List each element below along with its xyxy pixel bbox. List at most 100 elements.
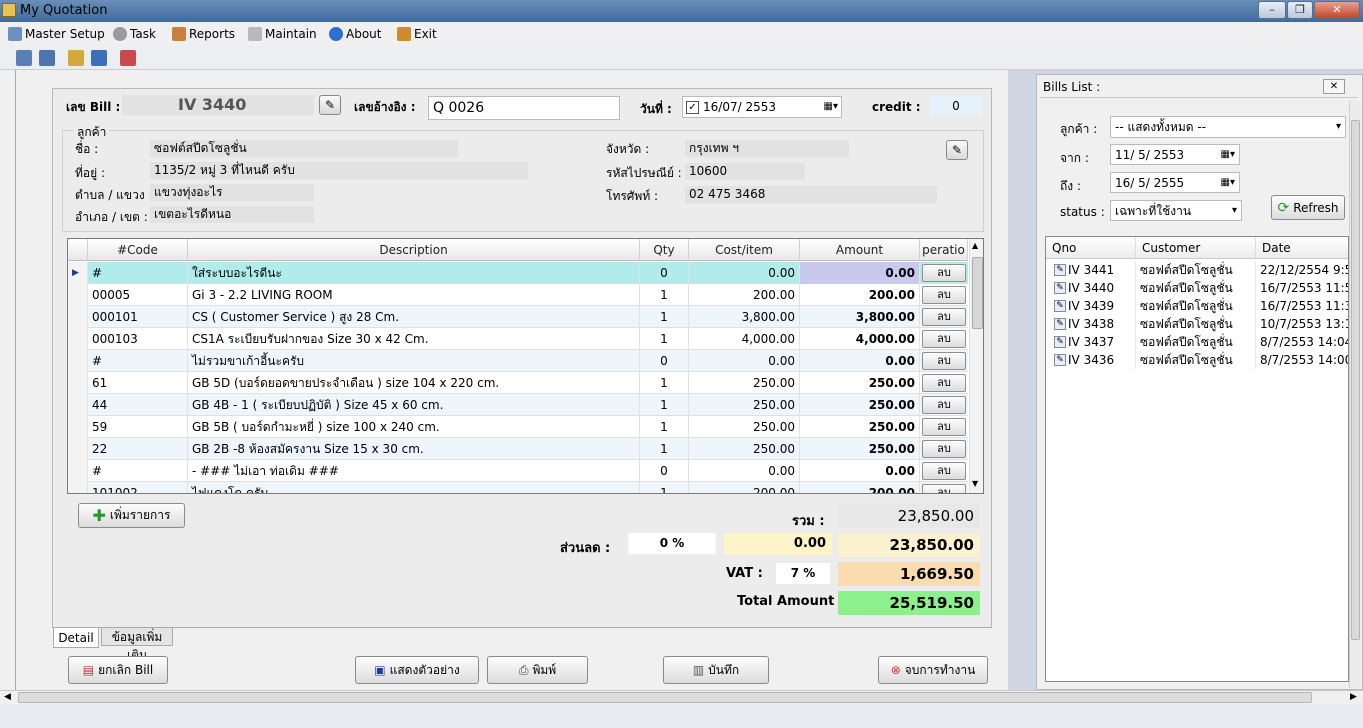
bills-from-date[interactable]: 11/ 5/ 2553 ▦▾ bbox=[1110, 144, 1240, 165]
cell-cost[interactable]: 200.00 bbox=[689, 284, 800, 306]
list-item[interactable]: ✎ IV 3440 ซอฟต์สปีดโซลูชั่น 16/7/2553 11:5 bbox=[1046, 279, 1348, 297]
cell-amount[interactable]: 250.00 bbox=[800, 438, 920, 460]
bills-status-select[interactable]: เฉพาะที่ใช้งาน ▾ bbox=[1110, 200, 1242, 221]
table-row[interactable]: ▶ # ใส่ระบบอะไรดีนะ 0 0.00 0.00 ลบ bbox=[68, 262, 968, 284]
cell-desc[interactable]: ไม่รวมขาเก้าอี้นะครับ bbox=[188, 350, 640, 372]
list-item[interactable]: ✎ IV 3436 ซอฟต์สปีดโซลูชั่น 8/7/2553 14:00 bbox=[1046, 351, 1348, 369]
row-selector[interactable] bbox=[68, 482, 88, 493]
row-selector[interactable] bbox=[68, 306, 88, 328]
vat-percent-input[interactable]: 7 % bbox=[776, 563, 830, 584]
main-horizontal-scrollbar[interactable]: ◀ ▶ bbox=[0, 690, 1363, 704]
cell-cost[interactable]: 3,800.00 bbox=[689, 306, 800, 328]
row-selector[interactable] bbox=[68, 284, 88, 306]
cell-amount[interactable]: 4,000.00 bbox=[800, 328, 920, 350]
cell-qty[interactable]: 1 bbox=[640, 394, 689, 416]
delete-row-button[interactable]: ลบ bbox=[922, 286, 966, 304]
cell-cost[interactable]: 0.00 bbox=[689, 262, 800, 284]
col-code[interactable]: #Code bbox=[88, 239, 188, 261]
col-date[interactable]: Date bbox=[1256, 237, 1348, 259]
col-description[interactable]: Description bbox=[188, 239, 640, 261]
table-row[interactable]: # ไม่รวมขาเก้าอี้นะครับ 0 0.00 0.00 ลบ bbox=[68, 350, 968, 372]
menu-about[interactable]: About bbox=[329, 25, 381, 43]
cell-code[interactable]: 22 bbox=[88, 438, 188, 460]
cell-amount[interactable]: 3,800.00 bbox=[800, 306, 920, 328]
edit-customer-icon[interactable]: ✎ bbox=[946, 140, 968, 160]
calendar-icon[interactable]: ▦▾ bbox=[1221, 174, 1235, 192]
horizontal-scroll-thumb[interactable] bbox=[18, 692, 1312, 703]
delete-row-button[interactable]: ลบ bbox=[922, 462, 966, 480]
cell-desc[interactable]: CS1A ระเบียบรับฝากของ Size 30 x 42 Cm. bbox=[188, 328, 640, 350]
scroll-up-icon[interactable]: ▲ bbox=[972, 241, 978, 250]
bills-customer-select[interactable]: -- แสดงทั้งหมด -- ▾ bbox=[1110, 116, 1346, 138]
cell-desc[interactable]: Gi 3 - 2.2 LIVING ROOM bbox=[188, 284, 640, 306]
cell-qty[interactable]: 1 bbox=[640, 328, 689, 350]
calendar-dropdown-icon[interactable]: ▦▾ bbox=[824, 98, 838, 116]
menu-master-setup[interactable]: Master Setup bbox=[8, 25, 105, 43]
cell-cost[interactable]: 0.00 bbox=[689, 460, 800, 482]
cell-code[interactable]: 61 bbox=[88, 372, 188, 394]
list-item[interactable]: ✎ IV 3441 ซอฟต์สปีดโซลูชั่น 22/12/2554 9:5 bbox=[1046, 261, 1348, 279]
table-row[interactable]: 44 GB 4B - 1 ( ระเบียบปฏิบัติ ) Size 45 x… bbox=[68, 394, 968, 416]
table-row[interactable]: # - ### ไม่เอา ท่อเดิม ### 0 0.00 0.00 ลบ bbox=[68, 460, 968, 482]
cell-cost[interactable]: 250.00 bbox=[689, 416, 800, 438]
cell-amount[interactable]: 250.00 bbox=[800, 394, 920, 416]
col-qno[interactable]: Qno bbox=[1046, 237, 1136, 259]
add-item-button[interactable]: ✚ เพิ่มรายการ bbox=[78, 503, 185, 528]
row-selector[interactable] bbox=[68, 416, 88, 438]
cell-amount[interactable]: 0.00 bbox=[800, 460, 920, 482]
cell-code[interactable]: 00005 bbox=[88, 284, 188, 306]
row-selector[interactable] bbox=[68, 394, 88, 416]
cell-amount[interactable]: 200.00 bbox=[800, 482, 920, 493]
cell-desc[interactable]: GB 5B ( บอร์ดกำมะหยี่ ) size 100 x 240 c… bbox=[188, 416, 640, 438]
table-row[interactable]: 000101 CS ( Customer Service ) สูง 28 Cm.… bbox=[68, 306, 968, 328]
col-customer[interactable]: Customer bbox=[1136, 237, 1256, 259]
save-button[interactable]: ▥ บันทึก bbox=[663, 656, 769, 684]
calendar-icon[interactable]: ▦▾ bbox=[1221, 146, 1235, 164]
cell-desc[interactable]: ใส่ระบบอะไรดีนะ bbox=[188, 262, 640, 284]
form-view-icon[interactable] bbox=[39, 50, 55, 66]
cell-desc[interactable]: GB 2B -8 ห้องสมัครงาน Size 15 x 30 cm. bbox=[188, 438, 640, 460]
tab-additional-info[interactable]: ข้อมูลเพิ่มเติม bbox=[101, 628, 173, 662]
date-checkbox[interactable]: ✓ bbox=[686, 100, 699, 114]
scroll-left-icon[interactable]: ◀ bbox=[4, 692, 11, 702]
cell-qty[interactable]: 1 bbox=[640, 372, 689, 394]
cell-cost[interactable]: 0.00 bbox=[689, 350, 800, 372]
delete-row-button[interactable]: ลบ bbox=[922, 396, 966, 414]
cell-qty[interactable]: 1 bbox=[640, 416, 689, 438]
discount-amount-input[interactable]: 0.00 bbox=[724, 533, 832, 555]
close-button[interactable]: ✕ bbox=[1314, 1, 1360, 19]
preview-button[interactable]: ▣ แสดงตัวอย่าง bbox=[355, 656, 479, 684]
cell-code[interactable]: 44 bbox=[88, 394, 188, 416]
col-amount[interactable]: Amount bbox=[800, 239, 920, 261]
menu-reports[interactable]: Reports bbox=[172, 25, 235, 43]
cell-code[interactable]: # bbox=[88, 460, 188, 482]
maximize-button[interactable]: ❐ bbox=[1287, 1, 1313, 19]
row-selector[interactable] bbox=[68, 438, 88, 460]
cell-qty[interactable]: 0 bbox=[640, 262, 689, 284]
tab-detail[interactable]: Detail bbox=[53, 628, 99, 648]
cell-code[interactable]: # bbox=[88, 262, 188, 284]
open-document-icon[interactable] bbox=[91, 50, 107, 66]
cell-cost[interactable]: 200.00 bbox=[689, 482, 800, 493]
refresh-button[interactable]: ⟳ Refresh bbox=[1271, 195, 1345, 220]
row-selector[interactable]: ▶ bbox=[68, 262, 88, 284]
table-row[interactable]: 61 GB 5D (บอร์ดยอดขายประจำเดือน ) size 10… bbox=[68, 372, 968, 394]
cell-qty[interactable]: 0 bbox=[640, 350, 689, 372]
delete-row-button[interactable]: ลบ bbox=[922, 418, 966, 436]
row-selector[interactable] bbox=[68, 328, 88, 350]
cell-desc[interactable]: - ### ไม่เอา ท่อเดิม ### bbox=[188, 460, 640, 482]
col-qty[interactable]: Qty bbox=[640, 239, 689, 261]
cell-desc[interactable]: ไฟแดงโด ครับ bbox=[188, 482, 640, 493]
edit-bill-icon[interactable]: ✎ bbox=[319, 95, 341, 115]
cell-desc[interactable]: CS ( Customer Service ) สูง 28 Cm. bbox=[188, 306, 640, 328]
cell-code[interactable]: 59 bbox=[88, 416, 188, 438]
table-row[interactable]: 22 GB 2B -8 ห้องสมัครงาน Size 15 x 30 cm.… bbox=[68, 438, 968, 460]
delete-row-button[interactable]: ลบ bbox=[922, 374, 966, 392]
list-view-icon[interactable] bbox=[16, 50, 32, 66]
cell-amount[interactable]: 250.00 bbox=[800, 416, 920, 438]
exit-button[interactable]: ⊗ จบการทำงาน bbox=[878, 656, 988, 684]
ref-number-input[interactable]: Q 0026 bbox=[428, 96, 620, 120]
menu-maintain[interactable]: Maintain bbox=[248, 25, 317, 43]
bills-panel-scrollbar[interactable] bbox=[1349, 100, 1361, 688]
discount-percent-input[interactable]: 0 % bbox=[628, 533, 716, 554]
